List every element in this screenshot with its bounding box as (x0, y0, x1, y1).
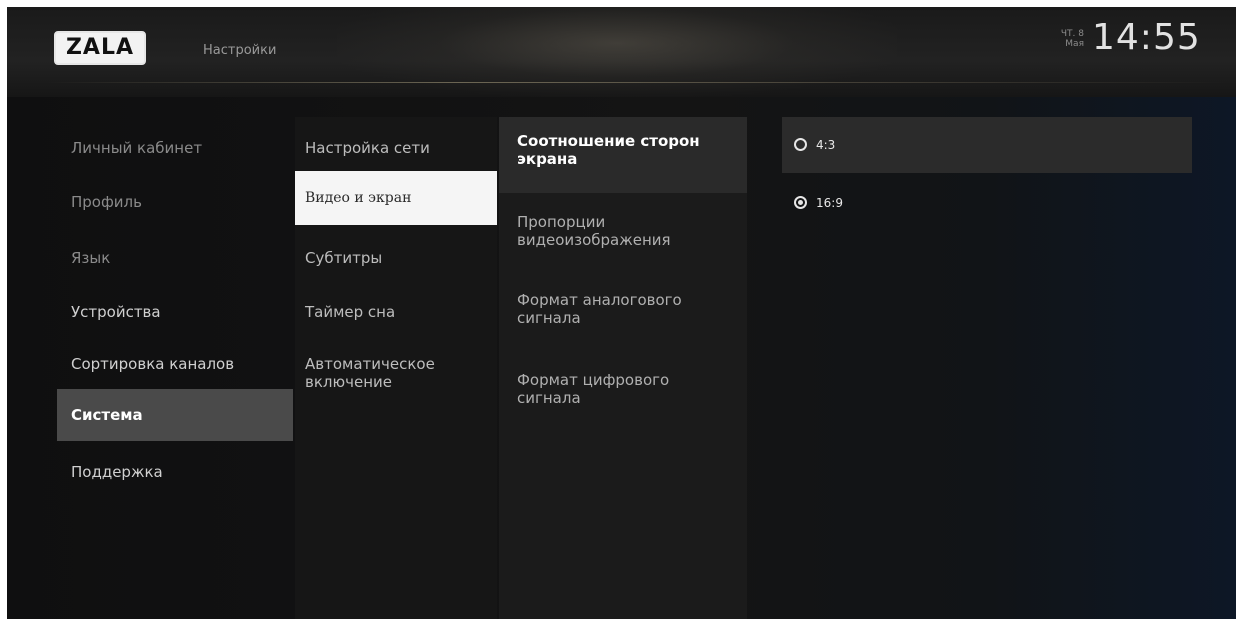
video-settings-menu: Соотношение сторон экрана Пропорции виде… (499, 117, 747, 619)
video-item-analog-format[interactable]: Формат аналогового сигнала (499, 291, 747, 327)
submenu-item-network[interactable]: Настройка сети (295, 139, 497, 157)
option-4-3[interactable]: 4:3 (782, 117, 1192, 173)
menu-item-personal-account[interactable]: Личный кабинет (57, 139, 293, 157)
system-submenu: Настройка сети Видео и экран Субтитры Та… (295, 117, 497, 619)
menu-item-support[interactable]: Поддержка (57, 463, 293, 481)
page-title: Настройки (203, 43, 277, 58)
menu-item-language[interactable]: Язык (57, 249, 293, 267)
header-divider (47, 82, 1227, 83)
date-display: ЧТ. 8 Мая (1050, 29, 1084, 49)
header-glow (337, 7, 897, 97)
header-bar: ZALA Настройки ЧТ. 8 Мая 14:55 (7, 7, 1236, 97)
menu-item-channel-sorting[interactable]: Сортировка каналов (57, 355, 293, 373)
aspect-ratio-options: 4:3 16:9 (782, 117, 1192, 619)
menu-item-profile[interactable]: Профиль (57, 193, 293, 211)
option-label: 4:3 (816, 138, 836, 152)
month-label: Мая (1065, 39, 1084, 49)
submenu-item-video-screen[interactable]: Видео и экран (295, 171, 497, 225)
video-item-aspect-ratio[interactable]: Соотношение сторон экрана (499, 117, 747, 193)
submenu-item-subtitles[interactable]: Субтитры (295, 249, 497, 267)
tv-settings-screen: ZALA Настройки ЧТ. 8 Мая 14:55 Личный ка… (7, 7, 1236, 619)
radio-checked-icon (794, 196, 807, 209)
option-16-9[interactable]: 16:9 (782, 175, 1192, 231)
zala-logo: ZALA (54, 31, 146, 65)
menu-item-system[interactable]: Система (57, 389, 293, 441)
main-settings-menu: Личный кабинет Профиль Язык Устройства С… (57, 117, 293, 619)
weekday-label: ЧТ. 8 (1060, 29, 1084, 39)
radio-unchecked-icon (794, 138, 807, 151)
video-item-video-proportions[interactable]: Пропорции видеоизображения (499, 213, 747, 249)
video-item-digital-format[interactable]: Формат цифрового сигнала (499, 371, 747, 407)
clock: 14:55 (1092, 17, 1201, 58)
submenu-item-sleep-timer[interactable]: Таймер сна (295, 303, 497, 321)
menu-item-devices[interactable]: Устройства (57, 303, 293, 321)
submenu-item-auto-power-on[interactable]: Автоматическое включение (295, 355, 475, 391)
option-label: 16:9 (816, 196, 843, 210)
